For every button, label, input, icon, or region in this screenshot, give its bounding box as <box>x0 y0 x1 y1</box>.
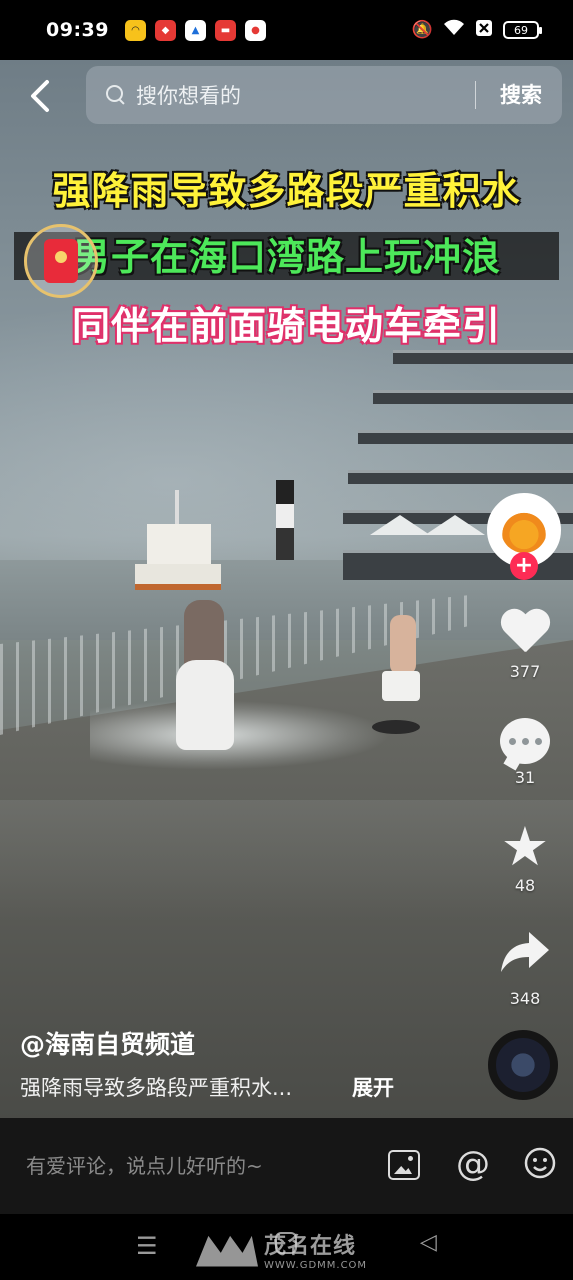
surfer-torso <box>390 615 416 675</box>
ship-mast <box>175 490 179 526</box>
back-triangle-icon[interactable]: ◁ <box>420 1230 437 1255</box>
search-icon <box>106 85 126 105</box>
comment-input[interactable]: 有爱评论，说点儿好听的~ <box>26 1150 263 1179</box>
palm-logo-icon <box>501 507 547 553</box>
watermark-text: 茂名在线 WWW.GDMM.COM <box>264 1228 367 1271</box>
watermark-url: WWW.GDMM.COM <box>264 1260 368 1271</box>
favorite-count: 48 <box>514 876 536 895</box>
comment-button[interactable]: 31 <box>490 718 560 787</box>
top-search-bar: 搜你想看的 搜索 <box>0 66 573 124</box>
expand-button[interactable]: 展开 <box>352 1072 394 1102</box>
video-lighthouse <box>276 480 294 560</box>
star-icon: ★ <box>500 815 550 878</box>
image-icon[interactable] <box>388 1150 420 1180</box>
building-floor <box>393 350 573 364</box>
video-caption-line-1: 强降雨导致多路段严重积水 <box>52 168 521 214</box>
mention-icon[interactable]: @ <box>455 1146 491 1182</box>
ship-deck <box>147 524 211 564</box>
like-button[interactable]: 377 <box>490 610 560 681</box>
search-button[interactable]: 搜索 <box>500 66 542 124</box>
red-envelope-icon <box>44 239 78 283</box>
video-splash <box>90 700 390 770</box>
building-floor <box>373 390 573 404</box>
comment-bubble-icon <box>500 718 550 764</box>
battery-level: 69 <box>514 23 528 37</box>
author-name[interactable]: @海南自贸频道 <box>20 1025 195 1061</box>
video-ship <box>135 490 225 590</box>
comment-count: 31 <box>514 768 536 787</box>
music-disc[interactable] <box>488 1030 558 1100</box>
comment-bar: 有爱评论，说点儿好听的~ @ <box>0 1118 573 1214</box>
app-icon-2: ◆ <box>154 19 176 41</box>
app-icon-1: ◠ <box>124 19 146 41</box>
share-arrow-icon <box>490 928 560 985</box>
video-scooter-rider <box>170 600 240 750</box>
surfer-board <box>372 720 420 734</box>
notification-app-icons: ◠ ◆ ▲ ▬ ● <box>124 19 266 41</box>
battery-icon: 69 <box>503 21 542 39</box>
like-count: 377 <box>509 662 541 681</box>
search-input[interactable]: 搜你想看的 搜索 <box>86 66 562 124</box>
ship-hull <box>135 564 221 590</box>
video-description: 强降雨导致多路段严重积水... <box>20 1076 293 1100</box>
favorite-button[interactable]: ★ 48 <box>490 815 560 896</box>
red-packet-button[interactable] <box>24 224 98 298</box>
chevron-left-icon <box>31 80 49 112</box>
wifi-icon <box>443 19 465 42</box>
building-floor <box>358 430 573 444</box>
share-count: 348 <box>509 989 541 1008</box>
video-caption-line-3: 同伴在前面骑电动车牵引 <box>71 304 501 349</box>
heart-icon <box>499 610 551 658</box>
app-icon-5: ● <box>244 19 266 41</box>
watermark: 茂名在线 WWW.GDMM.COM <box>196 1228 367 1271</box>
mute-icon: 🔕 <box>411 20 433 40</box>
follow-button[interactable]: + <box>510 552 538 580</box>
status-time: 09:39 <box>46 19 109 41</box>
no-sim-icon <box>475 19 493 42</box>
emoji-icon[interactable] <box>522 1146 558 1182</box>
video-water-reflection <box>0 800 573 920</box>
share-button[interactable]: 348 <box>490 928 560 1008</box>
rider-scooter <box>176 660 234 750</box>
status-bar: 09:39 ◠ ◆ ▲ ▬ ● 🔕 69 <box>0 0 573 60</box>
building-floor <box>348 470 573 484</box>
video-player[interactable] <box>0 60 573 1118</box>
watermark-name: 茂名在线 <box>264 1234 357 1259</box>
search-placeholder: 搜你想看的 <box>136 84 241 108</box>
menu-icon[interactable]: ☰ <box>136 1232 158 1260</box>
app-icon-3: ▲ <box>184 19 206 41</box>
app-icon-4: ▬ <box>214 19 236 41</box>
back-button[interactable] <box>22 76 58 116</box>
surfer-shorts <box>382 671 420 701</box>
search-divider <box>475 81 476 109</box>
video-surfer <box>372 615 432 745</box>
status-indicators: 🔕 69 <box>411 19 542 42</box>
watermark-logo-icon <box>196 1235 258 1267</box>
